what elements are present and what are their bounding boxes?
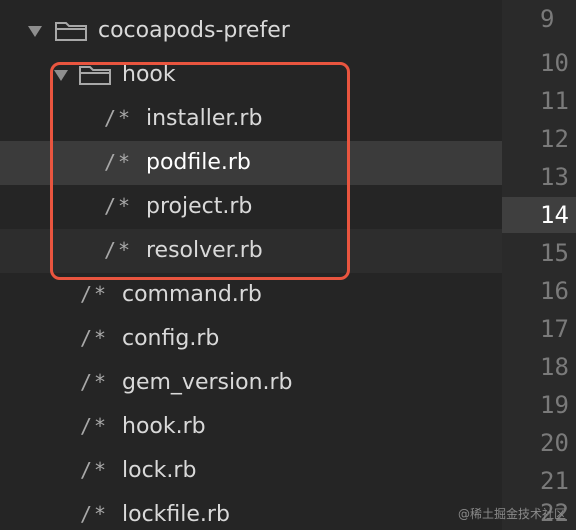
tree-row-file[interactable]: /* config.rb (0, 317, 502, 361)
line-number: 9 (540, 5, 555, 33)
tree-row-file[interactable]: /* project.rb (0, 185, 502, 229)
file-name: resolver.rb (146, 238, 263, 263)
tree-row-file-selected[interactable]: /* podfile.rb (0, 141, 502, 185)
line-number: 10 (540, 49, 569, 77)
triangle-down-icon[interactable] (54, 70, 68, 81)
tree-row-file[interactable]: /* lockfile.rb (0, 493, 502, 530)
tree-row-file[interactable]: /* resolver.rb (0, 229, 502, 273)
line-number: 19 (540, 391, 569, 419)
file-name: podfile.rb (146, 150, 251, 175)
line-number: 17 (540, 315, 569, 343)
line-number-current: 14 (540, 201, 569, 229)
tree-row-hook-folder[interactable]: hook (0, 53, 502, 97)
folder-name-root: cocoapods-prefer (98, 18, 290, 43)
tree-row-file[interactable]: /* installer.rb (0, 97, 502, 141)
tree-row-file[interactable]: /* gem_version.rb (0, 361, 502, 405)
tree-row-file[interactable]: /* hook.rb (0, 405, 502, 449)
file-name: lockfile.rb (122, 502, 230, 527)
ruby-file-icon: /* (80, 282, 109, 306)
line-number: 21 (540, 467, 569, 495)
file-name: installer.rb (146, 106, 263, 131)
ruby-file-icon: /* (104, 106, 133, 130)
line-number: 20 (540, 429, 569, 457)
tree-row-file[interactable]: /* command.rb (0, 273, 502, 317)
line-number: 13 (540, 163, 569, 191)
ruby-file-icon: /* (80, 458, 109, 482)
file-name: lock.rb (122, 458, 197, 483)
ruby-file-icon: /* (104, 194, 133, 218)
triangle-down-icon[interactable] (28, 26, 42, 37)
line-number: 11 (540, 87, 569, 115)
folder-icon (79, 66, 111, 85)
folder-icon (55, 22, 87, 41)
ruby-file-icon: /* (80, 502, 109, 526)
tree-row-file[interactable]: /* lock.rb (0, 449, 502, 493)
file-name: command.rb (122, 282, 262, 307)
ruby-file-icon: /* (80, 414, 109, 438)
line-number: 16 (540, 277, 569, 305)
tree-row-root-folder[interactable]: cocoapods-prefer (0, 9, 502, 53)
watermark-text: @稀土掘金技术社区 (457, 507, 566, 521)
file-tree-sidebar: cocoapods-prefer hook /* installer.rb /*… (0, 0, 502, 530)
line-number: 15 (540, 239, 569, 267)
line-number: 12 (540, 125, 569, 153)
file-name: project.rb (146, 194, 253, 219)
line-number-gutter: 9 10 11 12 13 14 15 16 17 18 19 20 21 22 (502, 0, 576, 530)
ruby-file-icon: /* (104, 238, 133, 262)
folder-name-hook: hook (122, 62, 176, 87)
file-name: hook.rb (122, 414, 206, 439)
line-number: 18 (540, 353, 569, 381)
ruby-file-icon: /* (80, 326, 109, 350)
file-name: config.rb (122, 326, 220, 351)
ruby-file-icon: /* (80, 370, 109, 394)
ruby-file-icon: /* (104, 150, 133, 174)
file-name: gem_version.rb (122, 370, 293, 395)
